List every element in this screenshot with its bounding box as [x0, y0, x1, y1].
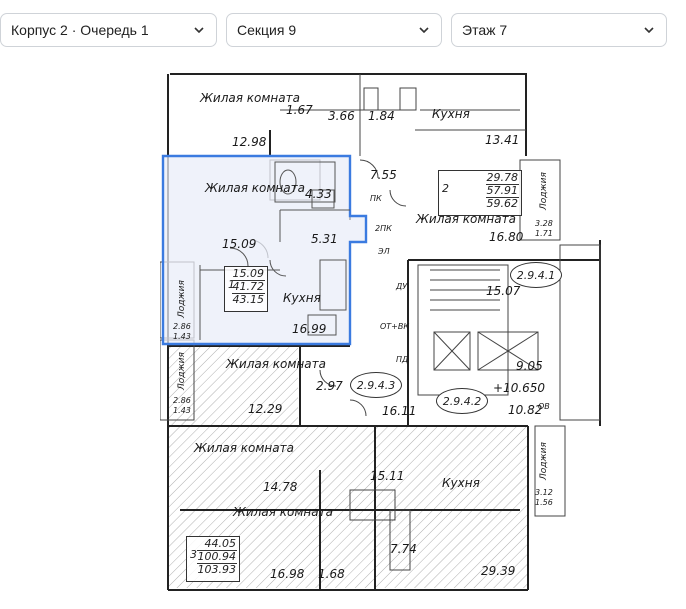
loggia-area: 1.56: [535, 498, 553, 507]
floor-select[interactable]: Этаж 7: [451, 13, 667, 47]
area-label: 15.11: [370, 469, 405, 483]
area-label: 16.99: [292, 322, 327, 336]
room-kitchen-bottom: Кухня: [442, 476, 480, 490]
shaft-label: 2ПК: [375, 224, 392, 233]
apartment-total-area-loggia: 43.15: [232, 293, 265, 306]
apartment-info-1: 1 15.09 41.72 43.15: [224, 266, 268, 312]
area-label: 2.97: [316, 379, 343, 393]
ov-label: ОВ: [538, 402, 550, 411]
section-select-value: Секция 9: [237, 22, 297, 38]
loggia-label: Лоджия: [539, 172, 549, 210]
room-kitchen-selected: Кухня: [283, 291, 321, 305]
room-living-bottom: Жилая комната: [233, 505, 333, 519]
area-label: 15.07: [486, 284, 521, 298]
loggia-label: Лоджия: [177, 280, 187, 318]
loggia-area: 1.43: [173, 406, 191, 415]
building-select-value: Корпус 2 · Очередь 1: [11, 22, 149, 38]
apartment-total-area-loggia: 103.93: [197, 563, 237, 576]
room-living-selected: Жилая комната: [205, 181, 305, 195]
filter-bar: Корпус 2 · Очередь 1 Секция 9 Этаж 7: [0, 13, 686, 49]
apartment-number: 2: [442, 182, 449, 195]
shaft-label: ДУ: [396, 282, 408, 291]
area-label: 3.66: [328, 109, 355, 123]
area-label: 16.11: [382, 404, 417, 418]
area-label: 4.33: [305, 187, 332, 201]
chevron-down-icon: [192, 23, 206, 37]
area-label: 14.78: [263, 480, 298, 494]
floor-select-value: Этаж 7: [462, 22, 508, 38]
shaft-label: ЭЛ: [378, 247, 390, 256]
area-label: 1.68: [318, 567, 345, 581]
room-living-mid-left: Жилая комната: [226, 357, 326, 371]
area-label: 13.41: [485, 133, 520, 147]
shaft-label: ОТ+ВК: [380, 322, 410, 331]
section-tag: 2.9.4.1: [510, 262, 562, 288]
apartment-info-3: 3 44.05 100.94 103.93: [186, 536, 240, 582]
shaft-label: ПК: [370, 194, 382, 203]
area-label: 9.05: [516, 359, 543, 373]
area-label: 1.84: [368, 109, 395, 123]
area-label: 7.74: [390, 542, 417, 556]
area-label: 7.55: [370, 168, 397, 182]
area-label: 12.98: [232, 135, 267, 149]
elevation-label: +10.650: [493, 381, 546, 395]
loggia-label: Лоджия: [177, 352, 187, 390]
shaft-label: ПД: [396, 355, 409, 364]
building-select[interactable]: Корпус 2 · Очередь 1: [0, 13, 217, 47]
section-select[interactable]: Секция 9: [226, 13, 442, 47]
section-tag: 2.9.4.3: [350, 372, 402, 398]
loggia-label: Лоджия: [539, 442, 549, 480]
loggia-area: 1.43: [173, 332, 191, 341]
room-living-lower-left: Жилая комната: [194, 441, 294, 455]
loggia-area: 1.71: [535, 229, 553, 238]
area-label: 16.98: [270, 567, 305, 581]
area-label: 16.80: [489, 230, 524, 244]
area-label: 29.39: [481, 564, 516, 578]
apartment-info-2: 2 29.78 57.91 59.62: [438, 170, 522, 216]
area-label: 12.29: [248, 402, 283, 416]
room-living-top-left: Жилая комната: [200, 91, 300, 105]
section-tag: 2.9.4.2: [436, 388, 488, 414]
apartment-total-area-loggia: 59.62: [486, 197, 519, 210]
area-label: 1.67: [286, 103, 313, 117]
area-label: 15.09: [222, 237, 257, 251]
chevron-down-icon: [642, 23, 656, 37]
floor-plan: Жилая комната 12.98 1.67 3.66 1.84 Кухня…: [160, 70, 606, 594]
chevron-down-icon: [417, 23, 431, 37]
room-kitchen-top-right: Кухня: [432, 107, 470, 121]
area-label: 5.31: [311, 232, 338, 246]
